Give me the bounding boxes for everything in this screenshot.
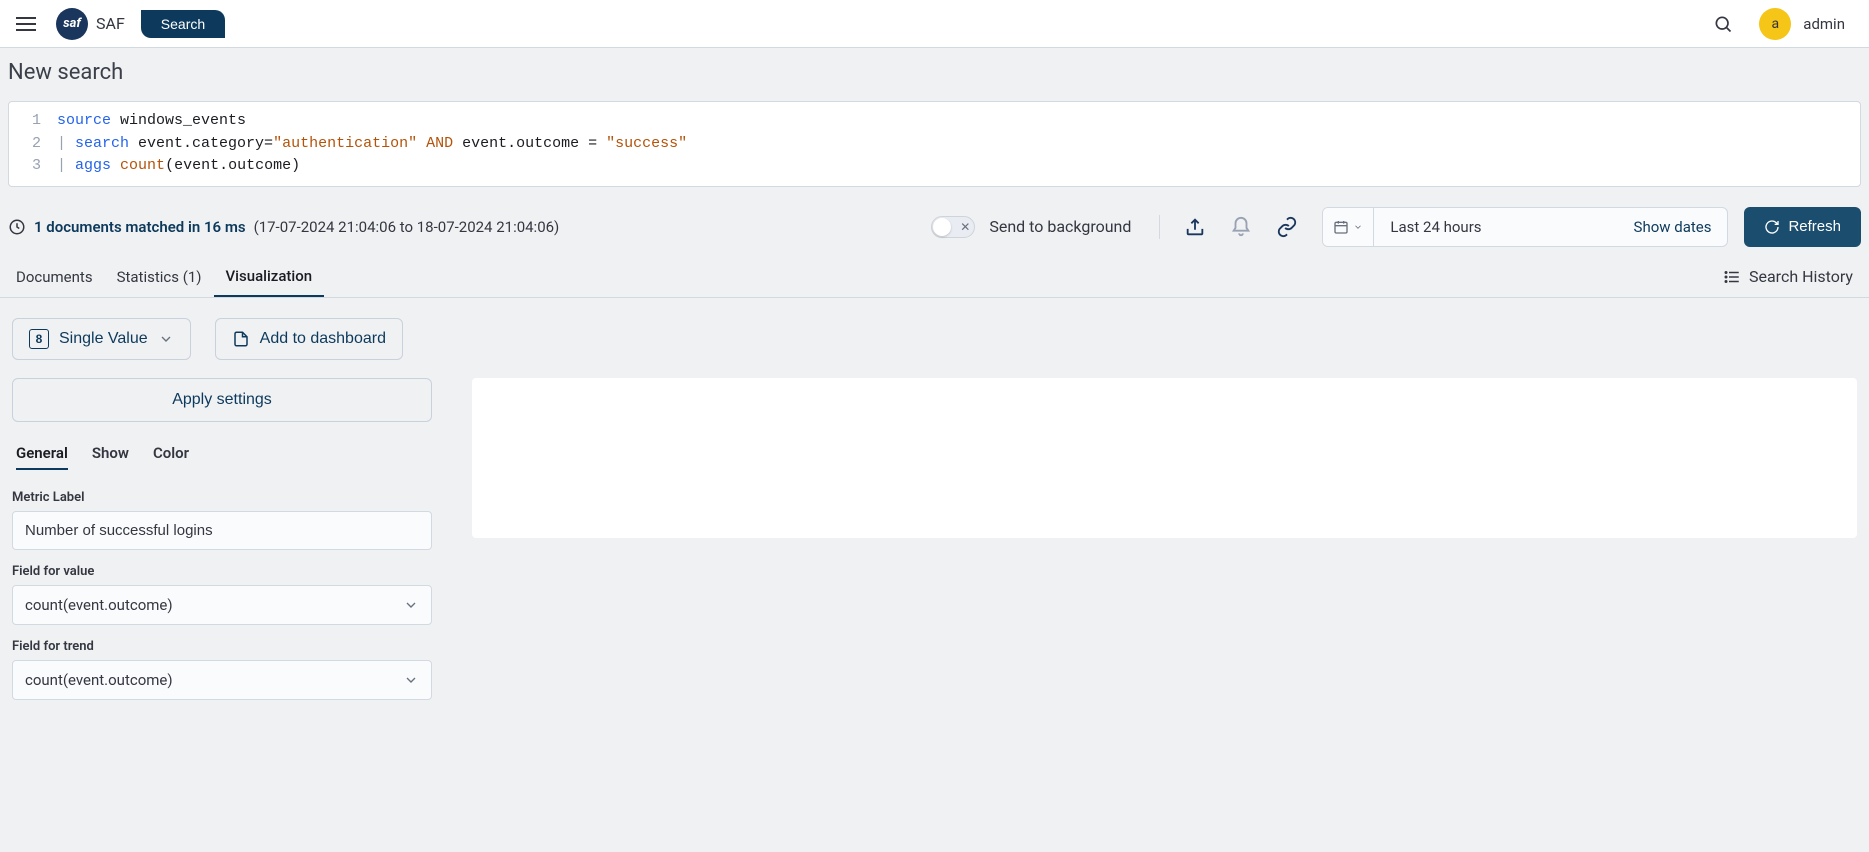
field-for-trend-select[interactable]: count(event.outcome) — [12, 660, 432, 700]
field-for-value-text: count(event.outcome) — [25, 596, 173, 614]
query-code[interactable]: | search event.category="authentication"… — [57, 133, 687, 156]
page-title-row: New search — [0, 48, 1869, 93]
tab-visualization[interactable]: Visualization — [214, 257, 325, 297]
field-for-trend-label: Field for trend — [12, 639, 432, 654]
search-nav-button[interactable]: Search — [141, 10, 225, 38]
visualization-controls: 8 Single Value Add to dashboard — [0, 298, 1869, 368]
settings-tab-color[interactable]: Color — [153, 438, 189, 470]
metric-label-input[interactable] — [12, 511, 432, 550]
close-icon: ✕ — [960, 220, 970, 234]
app-logo: saf — [56, 8, 88, 40]
menu-icon[interactable] — [16, 12, 40, 36]
list-icon — [1723, 268, 1741, 286]
chevron-down-icon — [403, 597, 419, 613]
top-header: saf SAF Search a admin — [0, 0, 1869, 48]
query-code[interactable]: source windows_events — [57, 110, 246, 133]
show-dates-link[interactable]: Show dates — [1618, 218, 1728, 236]
field-for-value-select[interactable]: count(event.outcome) — [12, 585, 432, 625]
refresh-button[interactable]: Refresh — [1744, 207, 1861, 247]
result-tabs: Documents Statistics (1) Visualization S… — [0, 257, 1869, 298]
refresh-label: Refresh — [1788, 218, 1841, 235]
settings-panel: Apply settings General Show Color Metric… — [12, 378, 432, 700]
query-line: 3 | aggs count(event.outcome) — [9, 155, 1860, 178]
settings-area: Apply settings General Show Color Metric… — [0, 368, 1869, 740]
single-value-icon: 8 — [29, 329, 49, 349]
calendar-icon[interactable] — [1323, 208, 1374, 246]
document-icon — [232, 330, 250, 348]
vis-type-label: Single Value — [59, 330, 148, 348]
username: admin — [1803, 15, 1845, 33]
refresh-icon — [1764, 219, 1780, 235]
clock-icon — [8, 218, 26, 236]
app-name: SAF — [96, 14, 125, 33]
search-history-link[interactable]: Search History — [1711, 257, 1865, 296]
add-to-dashboard-button[interactable]: Add to dashboard — [215, 318, 403, 360]
chevron-down-icon — [158, 331, 174, 347]
date-range-text[interactable]: Last 24 hours — [1374, 218, 1497, 236]
search-history-label: Search History — [1749, 267, 1853, 286]
date-range-picker: Last 24 hours Show dates — [1322, 207, 1728, 247]
result-range: (17-07-2024 21:04:06 to 18-07-2024 21:04… — [254, 218, 560, 236]
background-label: Send to background — [989, 217, 1131, 236]
background-toggle[interactable]: ✕ — [931, 216, 975, 238]
results-bar: 1 documents matched in 16 ms (17-07-2024… — [8, 207, 1861, 247]
bell-icon[interactable] — [1230, 216, 1252, 238]
share-icon[interactable] — [1184, 216, 1206, 238]
line-number: 2 — [17, 133, 41, 156]
add-to-dashboard-label: Add to dashboard — [260, 330, 386, 348]
settings-tab-show[interactable]: Show — [92, 438, 129, 470]
link-icon[interactable] — [1276, 216, 1298, 238]
query-line: 1 source windows_events — [9, 110, 1860, 133]
line-number: 1 — [17, 110, 41, 133]
query-code[interactable]: | aggs count(event.outcome) — [57, 155, 300, 178]
page-title: New search — [8, 60, 1861, 85]
visualization-preview — [472, 378, 1857, 538]
search-icon[interactable] — [1711, 12, 1735, 36]
tab-documents[interactable]: Documents — [4, 258, 105, 296]
query-editor[interactable]: 1 source windows_events 2 | search event.ca… — [8, 101, 1861, 187]
settings-tab-general[interactable]: General — [16, 438, 68, 470]
settings-tabs: General Show Color — [12, 432, 432, 476]
result-summary: 1 documents matched in 16 ms — [34, 218, 246, 236]
field-for-trend-text: count(event.outcome) — [25, 671, 173, 689]
metric-label-label: Metric Label — [12, 490, 432, 505]
query-line: 2 | search event.category="authentication… — [9, 133, 1860, 156]
avatar[interactable]: a — [1759, 8, 1791, 40]
chevron-down-icon — [403, 672, 419, 688]
tab-statistics[interactable]: Statistics (1) — [105, 258, 214, 296]
line-number: 3 — [17, 155, 41, 178]
vis-type-dropdown[interactable]: 8 Single Value — [12, 318, 191, 360]
apply-settings-button[interactable]: Apply settings — [12, 378, 432, 422]
separator — [1159, 215, 1160, 239]
field-for-value-label: Field for value — [12, 564, 432, 579]
